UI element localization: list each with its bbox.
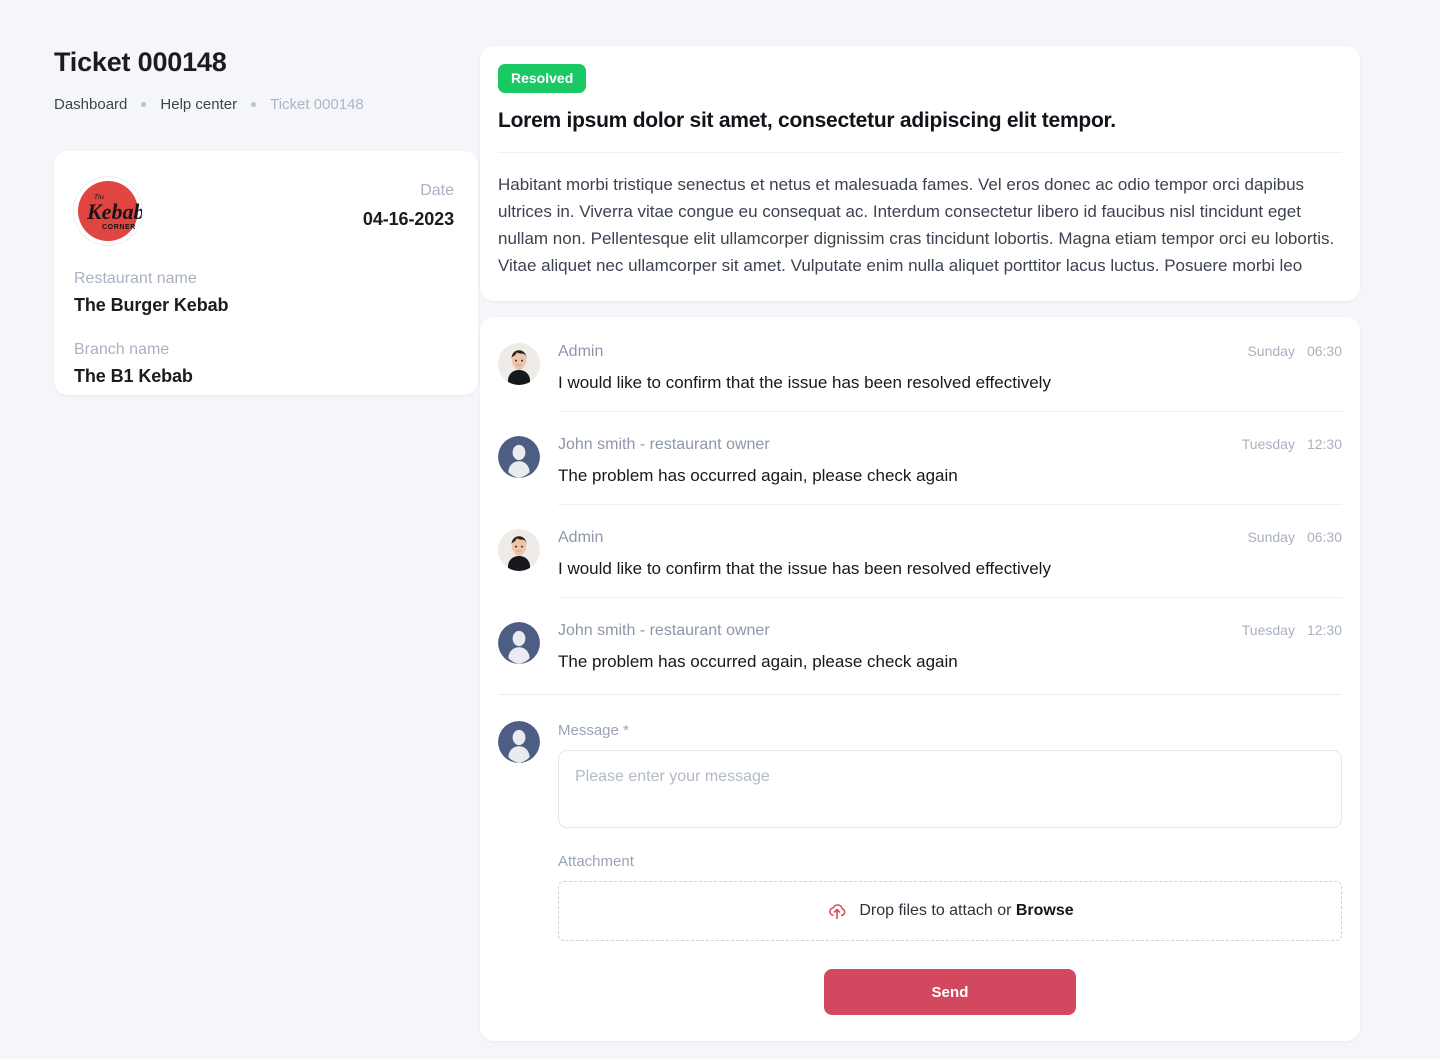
current-user-avatar xyxy=(498,721,540,764)
breadcrumb-item-current: Ticket 000148 xyxy=(270,96,364,114)
cloud-upload-icon xyxy=(829,904,846,920)
reply-form-fields: Message * Attachment Drop files to attac… xyxy=(558,721,1342,1016)
ticket-summary-card: Resolved Lorem ipsum dolor sit amet, con… xyxy=(480,46,1360,302)
message-timestamp: Tuesday 12:30 xyxy=(1242,436,1342,452)
date-label: Date xyxy=(420,182,454,199)
ticket-body-text: Habitant morbi tristique senectus et net… xyxy=(498,175,1335,275)
conversation-card: Admin Sunday 06:30 I would like to confi… xyxy=(480,317,1360,1042)
message-item: Admin Sunday 06:30 I would like to confi… xyxy=(498,343,1342,432)
message-item: John smith - restaurant owner Tuesday 12… xyxy=(498,432,1342,525)
message-header: John smith - restaurant owner Tuesday 12… xyxy=(558,436,1342,454)
date-block: Date 04-16-2023 xyxy=(363,177,454,230)
ticket-title-divider xyxy=(498,152,1342,153)
branch-name-value: The B1 Kebab xyxy=(74,365,193,386)
message-item: John smith - restaurant owner Tuesday 12… xyxy=(498,618,1342,692)
message-field-label: Message * xyxy=(558,722,629,740)
message-body: Admin Sunday 06:30 I would like to confi… xyxy=(558,529,1342,599)
message-day: Tuesday xyxy=(1241,436,1295,453)
message-author: Admin xyxy=(558,343,604,361)
branch-name-label: Branch name xyxy=(74,340,170,358)
default-person-avatar-icon xyxy=(498,622,540,665)
left-column: Ticket 000148 Dashboard Help center Tick… xyxy=(54,46,478,113)
send-button[interactable]: Send xyxy=(824,969,1076,1016)
avatar xyxy=(498,622,540,665)
message-header: Admin Sunday 06:30 xyxy=(558,529,1342,547)
restaurant-logo-icon: The Kebab CORNER xyxy=(74,177,142,245)
logo-artwork-icon: The Kebab CORNER xyxy=(86,193,142,231)
message-day: Tuesday xyxy=(1241,622,1295,639)
restaurant-name-value: The Burger Kebab xyxy=(74,294,229,315)
breadcrumb-separator-dot-icon xyxy=(251,102,257,108)
attachment-label: Attachment xyxy=(558,852,634,870)
status-badge: Resolved xyxy=(498,64,587,93)
message-body: John smith - restaurant owner Tuesday 12… xyxy=(558,622,1342,672)
message-divider xyxy=(558,411,1342,413)
file-dropzone[interactable]: Drop files to attach or Browse xyxy=(558,881,1342,942)
default-person-avatar-icon xyxy=(498,436,540,479)
message-text: I would like to confirm that the issue h… xyxy=(558,373,1051,393)
browse-link[interactable]: Browse xyxy=(1016,902,1074,919)
message-text: I would like to confirm that the issue h… xyxy=(558,559,1051,579)
message-author: John smith - restaurant owner xyxy=(558,436,770,454)
breadcrumb-item-dashboard[interactable]: Dashboard xyxy=(54,96,127,113)
svg-text:CORNER: CORNER xyxy=(102,224,136,231)
message-text: The problem has occurred again, please c… xyxy=(558,652,958,672)
message-author: Admin xyxy=(558,529,604,547)
message-time: 12:30 xyxy=(1306,436,1342,453)
reply-form: Message * Attachment Drop files to attac… xyxy=(498,721,1342,1016)
message-header: Admin Sunday 06:30 xyxy=(558,343,1342,361)
thread-form-divider xyxy=(498,694,1342,696)
message-time: 06:30 xyxy=(1306,343,1342,360)
avatar xyxy=(498,436,540,479)
svg-text:Kebab: Kebab xyxy=(86,199,142,224)
message-timestamp: Sunday 06:30 xyxy=(1247,529,1342,545)
info-card-top-row: The Kebab CORNER Date 04-16-2023 xyxy=(74,177,454,245)
message-author: John smith - restaurant owner xyxy=(558,622,770,640)
ticket-detail-page: Ticket 000148 Dashboard Help center Tick… xyxy=(0,0,1440,1059)
message-input[interactable] xyxy=(558,749,1342,828)
admin-photo-avatar-icon xyxy=(498,343,540,386)
message-timestamp: Sunday 06:30 xyxy=(1247,343,1342,359)
right-column: Resolved Lorem ipsum dolor sit amet, con… xyxy=(480,46,1360,1042)
admin-photo-avatar-icon xyxy=(498,529,540,572)
branch-name-field: Branch name The B1 Kebab xyxy=(74,340,454,387)
breadcrumb-item-help-center[interactable]: Help center xyxy=(160,96,237,113)
message-day: Sunday xyxy=(1247,343,1295,360)
message-body: John smith - restaurant owner Tuesday 12… xyxy=(558,436,1342,506)
page-title: Ticket 000148 xyxy=(54,47,227,77)
breadcrumb-separator-dot-icon xyxy=(141,102,147,108)
message-timestamp: Tuesday 12:30 xyxy=(1242,622,1342,638)
default-person-avatar-icon xyxy=(498,721,540,764)
send-button-row: Send xyxy=(558,969,1342,1016)
message-day: Sunday xyxy=(1247,529,1295,546)
dropzone-text: Drop files to attach or Browse xyxy=(859,902,1073,920)
restaurant-name-field: Restaurant name The Burger Kebab xyxy=(74,269,454,316)
ticket-title: Lorem ipsum dolor sit amet, consectetur … xyxy=(498,109,1116,132)
message-time: 12:30 xyxy=(1306,622,1342,639)
restaurant-info-card: The Kebab CORNER Date 04-16-2023 Restaur… xyxy=(54,151,478,395)
message-header: John smith - restaurant owner Tuesday 12… xyxy=(558,622,1342,640)
date-value: 04-16-2023 xyxy=(362,208,454,229)
message-text: The problem has occurred again, please c… xyxy=(558,466,958,486)
breadcrumb: Dashboard Help center Ticket 000148 xyxy=(54,96,478,113)
message-divider xyxy=(558,504,1342,506)
restaurant-name-label: Restaurant name xyxy=(74,270,197,287)
avatar xyxy=(498,343,540,386)
message-divider xyxy=(558,597,1342,599)
message-item: Admin Sunday 06:30 I would like to confi… xyxy=(498,525,1342,618)
dropzone-instruction: Drop files to attach or xyxy=(859,902,1016,920)
avatar xyxy=(498,529,540,572)
message-body: Admin Sunday 06:30 I would like to confi… xyxy=(558,343,1342,413)
message-time: 06:30 xyxy=(1306,529,1342,546)
